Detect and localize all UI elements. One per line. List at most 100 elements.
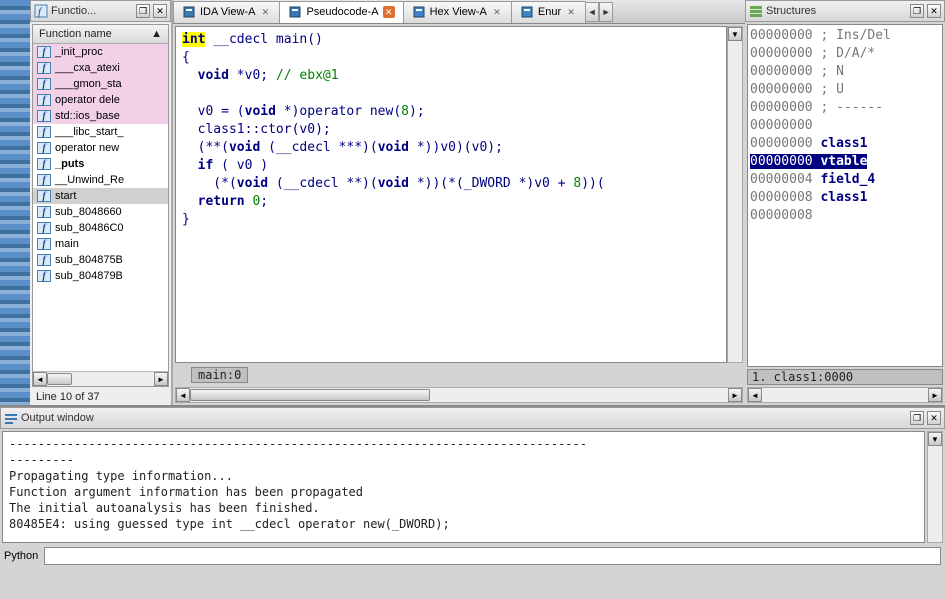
python-input[interactable] — [44, 547, 941, 565]
restore-button[interactable]: ❐ — [910, 411, 924, 425]
structure-line[interactable]: 00000000 class1 — [750, 135, 940, 153]
tab-ida-view-a[interactable]: IDA View-A✕ — [173, 1, 280, 23]
structure-line[interactable]: 00000000 ; D/A/* — [750, 45, 940, 63]
function-icon: f — [37, 238, 51, 250]
function-label: _puts — [55, 158, 84, 170]
ida-icon — [182, 5, 196, 19]
output-text[interactable]: ----------------------------------------… — [2, 431, 925, 543]
function-item[interactable]: fsub_804879B — [33, 268, 168, 284]
function-item[interactable]: f _puts — [33, 156, 168, 172]
function-item[interactable]: fsub_80486C0 — [33, 220, 168, 236]
python-bar: Python — [0, 545, 945, 567]
structure-line[interactable]: 00000008 class1 — [750, 189, 940, 207]
tab-close-button[interactable]: ✕ — [383, 6, 395, 18]
scroll-left-button[interactable]: ◄ — [748, 388, 762, 402]
function-item[interactable]: f___cxa_atexi — [33, 60, 168, 76]
structure-line[interactable]: 00000008 — [750, 207, 940, 225]
function-icon: f — [37, 270, 51, 282]
tab-close-button[interactable]: ✕ — [259, 6, 271, 18]
tab-label: Enur — [538, 6, 561, 18]
output-title: Output window — [21, 412, 907, 424]
functions-panel: f Functio... ❐ ✕ Function name ▲ f _init_… — [30, 0, 173, 405]
structure-line[interactable]: 00000000 vtable — [750, 153, 940, 171]
structures-panel: Structures ❐ ✕ 00000000 ; Ins/Del0000000… — [745, 0, 945, 405]
code-hscroll[interactable]: ◄ ► — [175, 387, 743, 403]
structure-line[interactable]: 00000000 ; N — [750, 63, 940, 81]
navigation-thumbnail-rail[interactable] — [0, 0, 30, 405]
tab-close-button[interactable]: ✕ — [565, 6, 577, 18]
functions-list-container: Function name ▲ f _init_proc f___cxa_atexi… — [32, 24, 169, 387]
function-item[interactable]: fsub_804875B — [33, 252, 168, 268]
tab-close-button[interactable]: ✕ — [491, 6, 503, 18]
scroll-left-button[interactable]: ◄ — [176, 388, 190, 402]
scroll-down-button[interactable]: ▼ — [728, 27, 742, 41]
function-item[interactable]: foperator dele — [33, 92, 168, 108]
output-icon — [4, 411, 18, 425]
output-titlebar[interactable]: Output window ❐ ✕ — [0, 407, 945, 429]
structure-line[interactable]: 00000000 ; ------ — [750, 99, 940, 117]
tab-label: Pseudocode-A — [306, 6, 378, 18]
function-item[interactable]: fmain — [33, 236, 168, 252]
output-vscroll[interactable]: ▲ ▼ — [927, 431, 943, 543]
tab-scroll-right[interactable]: ► — [599, 2, 613, 22]
tab-pseudocode-a[interactable]: Pseudocode-A ✕ — [279, 1, 403, 23]
tab-hex-view-a[interactable]: Hex View-A ✕ — [403, 1, 512, 23]
structure-line[interactable]: 00000000 — [750, 117, 940, 135]
close-button[interactable]: ✕ — [927, 4, 941, 18]
function-item[interactable]: foperator new — [33, 140, 168, 156]
scroll-left-button[interactable]: ◄ — [33, 372, 47, 386]
structures-titlebar[interactable]: Structures ❐ ✕ — [745, 0, 945, 22]
scroll-right-button[interactable]: ► — [154, 372, 168, 386]
function-icon: f — [37, 206, 51, 218]
structures-title: Structures — [766, 5, 907, 17]
functions-titlebar[interactable]: f Functio... ❐ ✕ — [30, 0, 171, 22]
output-panel: Output window ❐ ✕ ----------------------… — [0, 405, 945, 567]
function-icon: f — [37, 158, 51, 170]
scroll-right-button[interactable]: ► — [728, 388, 742, 402]
function-label: _init_proc — [55, 46, 103, 58]
function-label: ___libc_start_ — [55, 126, 124, 138]
function-item[interactable]: fstart — [33, 188, 168, 204]
restore-button[interactable]: ❐ — [910, 4, 924, 18]
function-item[interactable]: f __Unwind_Re — [33, 172, 168, 188]
functions-column-header[interactable]: Function name ▲ — [33, 25, 168, 44]
structures-icon — [749, 4, 763, 18]
structures-hscroll[interactable]: ◄ ► — [747, 387, 943, 403]
pseudo-icon — [288, 5, 302, 19]
functions-list[interactable]: f_init_procf___cxa_atexif___gmon_stafope… — [33, 44, 168, 371]
function-icon: f — [37, 174, 51, 186]
function-icon: f — [37, 126, 51, 138]
function-item[interactable]: f ___libc_start_ — [33, 124, 168, 140]
enum-icon — [520, 5, 534, 19]
scroll-thumb[interactable] — [190, 389, 430, 401]
function-icon: f — [37, 94, 51, 106]
code-position-label: main:0 — [191, 367, 248, 383]
function-label: std::ios_base — [55, 110, 120, 122]
function-icon: f — [37, 46, 51, 58]
tab-enur[interactable]: Enur ✕ — [511, 1, 586, 23]
python-label: Python — [4, 550, 38, 562]
close-button[interactable]: ✕ — [927, 411, 941, 425]
pseudocode-view[interactable]: int __cdecl main() { void *v0; // ebx@1 … — [175, 26, 727, 363]
structure-line[interactable]: 00000004 field_4 — [750, 171, 940, 189]
function-item[interactable]: fstd::ios_base — [33, 108, 168, 124]
structure-line[interactable]: 00000000 ; Ins/Del — [750, 27, 940, 45]
scroll-right-button[interactable]: ► — [928, 388, 942, 402]
code-vscroll[interactable]: ▲ ▼ — [727, 26, 743, 363]
scroll-thumb[interactable] — [47, 373, 72, 385]
structure-line[interactable]: 00000000 ; U — [750, 81, 940, 99]
function-item[interactable]: fsub_8048660 — [33, 204, 168, 220]
scroll-down-button[interactable]: ▼ — [928, 432, 942, 446]
function-label: __Unwind_Re — [55, 174, 124, 186]
restore-button[interactable]: ❐ — [136, 4, 150, 18]
tab-scroll-left[interactable]: ◄ — [585, 2, 599, 22]
structures-view[interactable]: 00000000 ; Ins/Del00000000 ; D/A/*000000… — [747, 24, 943, 367]
function-label: main — [55, 238, 79, 250]
function-icon: f — [37, 142, 51, 154]
functions-hscroll[interactable]: ◄ ► — [33, 371, 168, 386]
close-button[interactable]: ✕ — [153, 4, 167, 18]
function-item[interactable]: f___gmon_sta — [33, 76, 168, 92]
function-item[interactable]: f _init_proc — [33, 44, 168, 60]
function-icon: f — [34, 4, 48, 18]
tab-label: Hex View-A — [430, 6, 487, 18]
